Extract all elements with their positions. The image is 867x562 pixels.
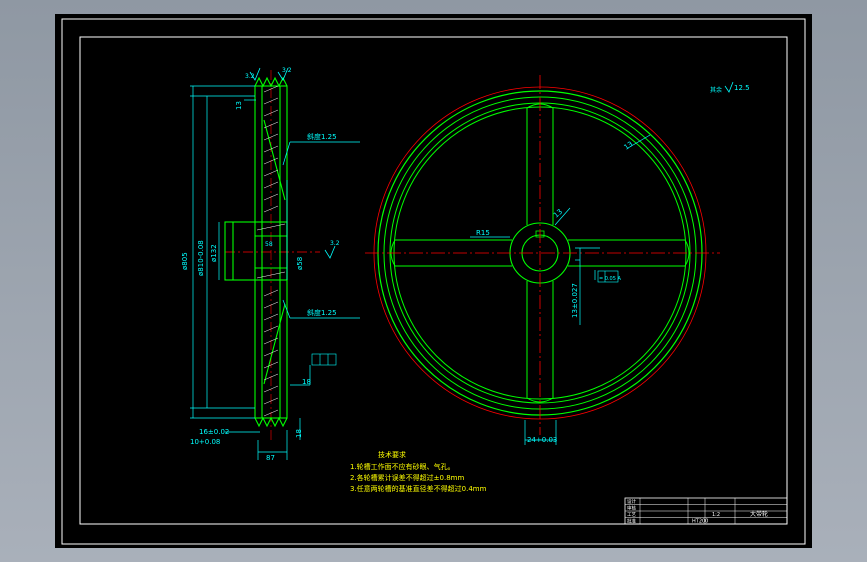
- surface-value: 12.5: [734, 84, 750, 92]
- title-part-name: 大带轮: [750, 510, 768, 518]
- cad-drawing: ø805 ø810-0.08 ø132 ø58 58 16±0.02 87 13…: [55, 14, 812, 548]
- keyway-dim: 13±0.027: [571, 283, 579, 318]
- title-row-4: 批准: [627, 518, 636, 525]
- cad-viewport: ø805 ø810-0.08 ø132 ø58 58 16±0.02 87 13…: [0, 0, 867, 562]
- roughness-top-right: 3.2: [282, 67, 292, 74]
- dim-key-width: 16±0.02: [199, 428, 229, 436]
- dim-gap: 18: [302, 378, 311, 386]
- radius-label: R15: [476, 229, 490, 237]
- tech-req-item-3: 3.任意两轮槽的基准直径差不得超过0.4mm: [350, 484, 487, 493]
- dim-bottom-small: 18: [295, 429, 303, 438]
- title-row-1: 设计: [627, 498, 636, 505]
- bottom-dim: 24+0.03: [527, 436, 557, 444]
- title-row-2: 审核: [627, 505, 636, 512]
- title-scale: 1:2: [712, 512, 720, 518]
- roughness-middle: 3.2: [330, 240, 340, 247]
- dim-hub-diameter: ø132: [210, 244, 218, 262]
- surface-note: 其余: [710, 86, 722, 94]
- hub-center-note: 58: [265, 241, 273, 248]
- dim-bore-tolerance: ø58: [296, 257, 304, 270]
- title-row-3: 工艺: [627, 512, 636, 518]
- taper-label-bottom: 斜度1.25: [307, 308, 337, 317]
- dim-rim-top: 13: [235, 101, 243, 110]
- tech-req-item-2: 2.各轮槽累计误差不得超过±0.8mm: [350, 473, 464, 482]
- tech-req-item-1: 1.轮槽工作面不应有砂眼、气孔。: [350, 462, 455, 471]
- tolerance-box-text: = 0.05 A: [599, 276, 622, 282]
- dim-overall-diameter: ø805: [181, 252, 189, 270]
- title-material: HT200: [692, 519, 708, 525]
- tech-req-title: 技术要求: [378, 450, 406, 459]
- roughness-top-left: 3.2: [245, 73, 255, 80]
- dim-hub-width: 87: [266, 454, 275, 462]
- taper-label-top: 斜度1.25: [307, 132, 337, 141]
- dim-groove-diameter: ø810-0.08: [197, 240, 205, 276]
- dim-groove-depth: 10+0.08: [190, 438, 220, 446]
